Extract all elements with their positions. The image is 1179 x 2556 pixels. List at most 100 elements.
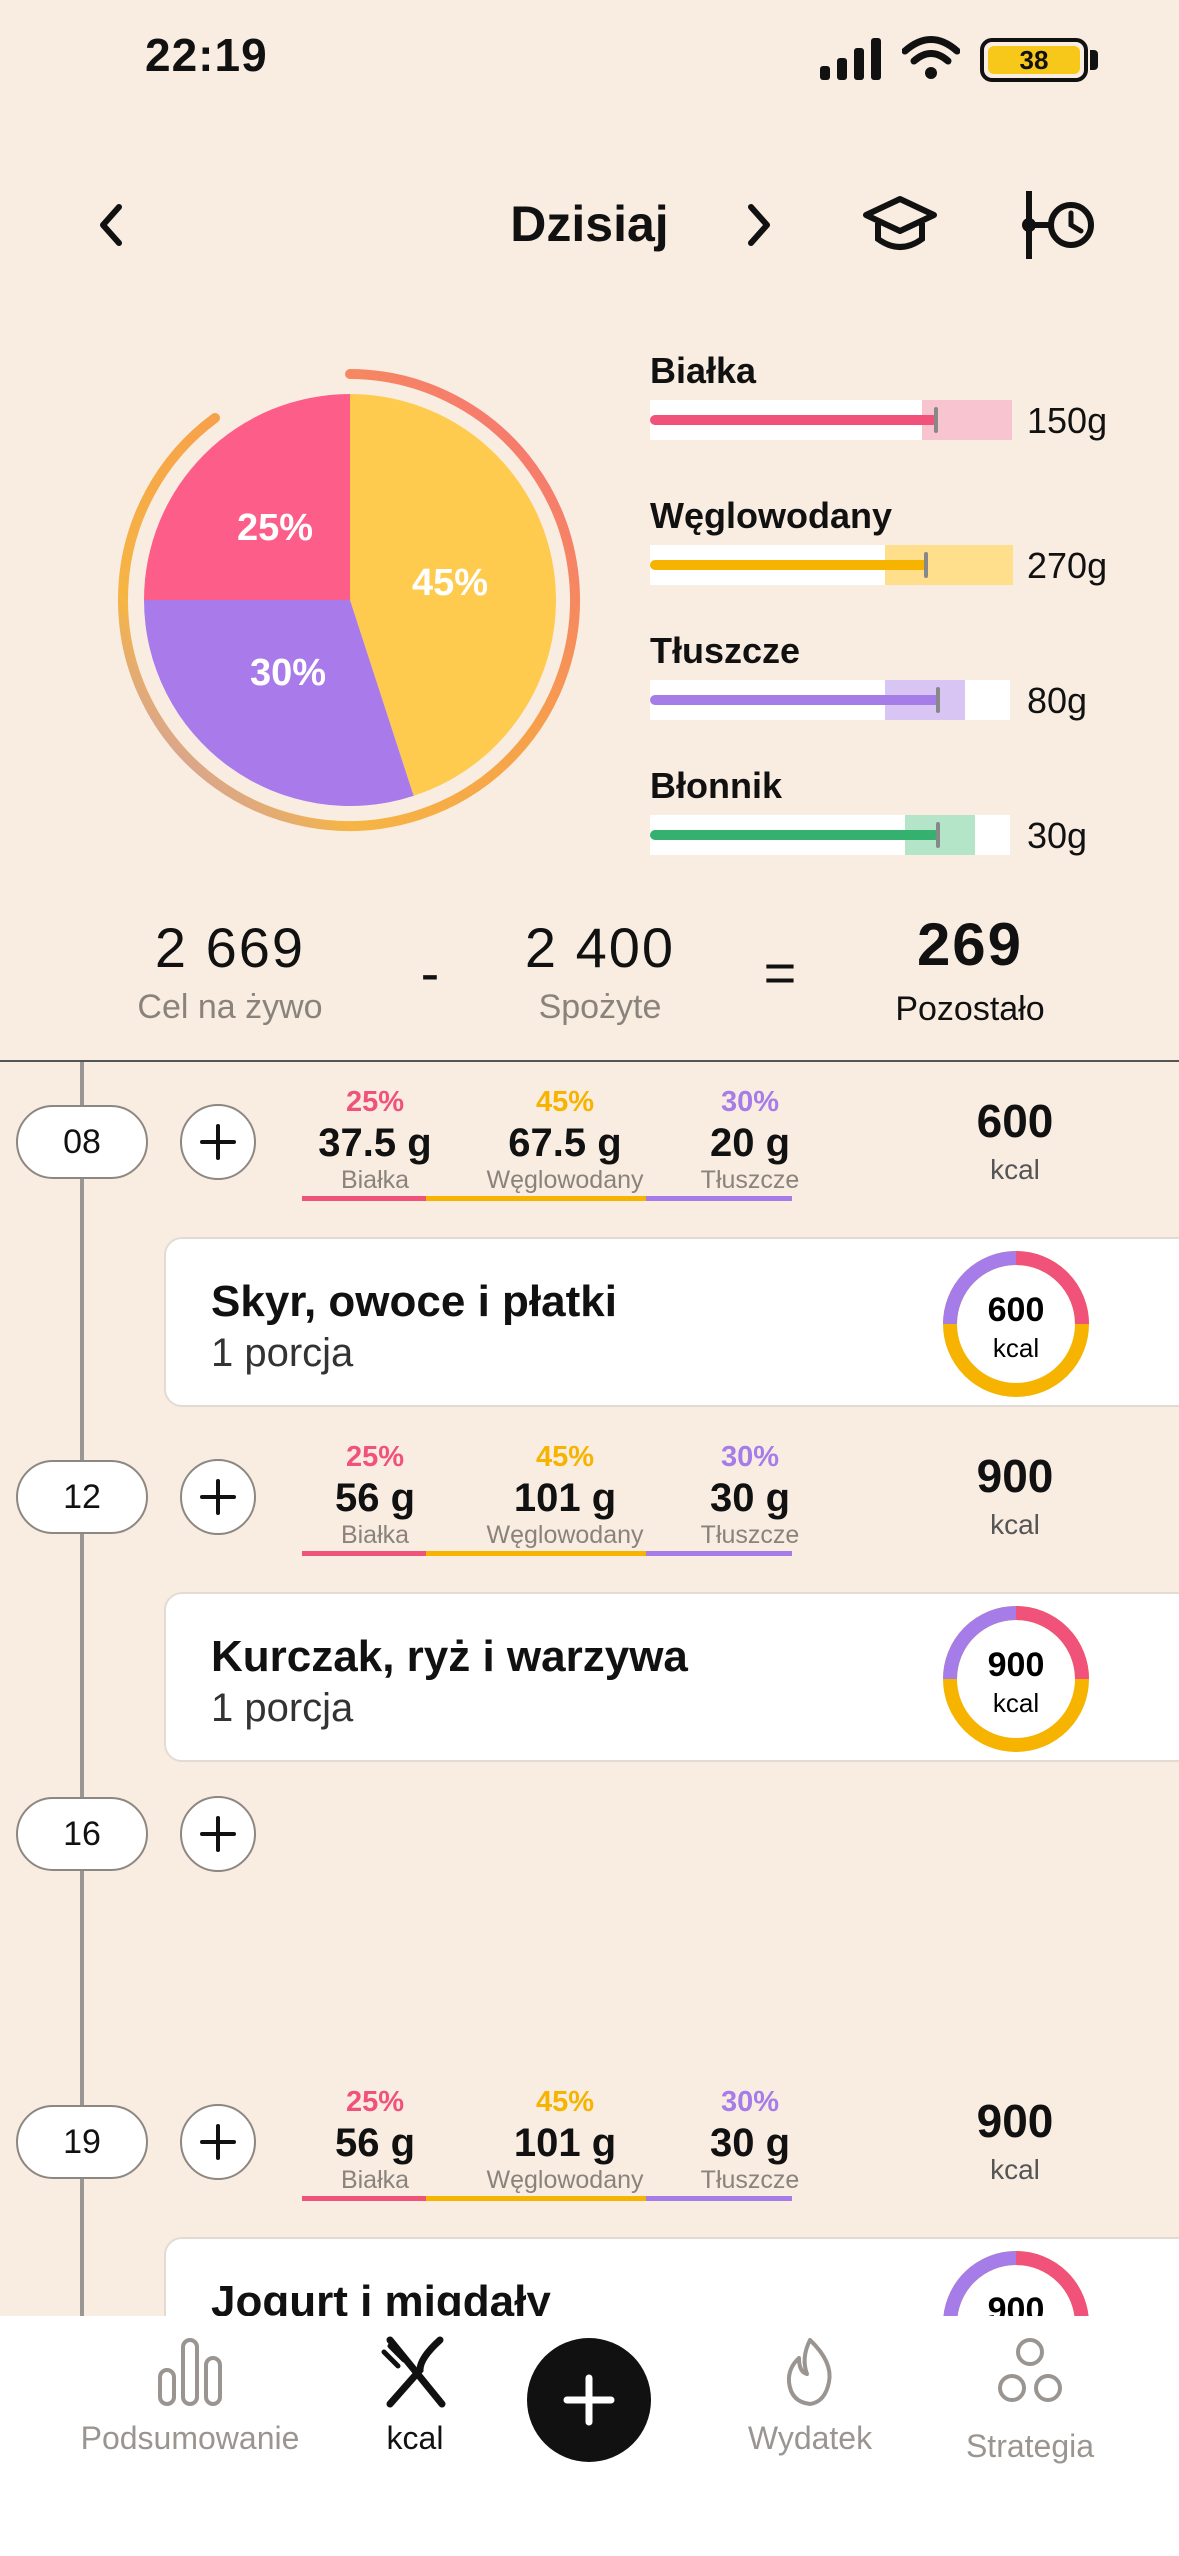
meal-protein-value: 37.5 g: [318, 1121, 432, 1165]
equals-sign: =: [763, 941, 797, 1004]
tab-wydatek[interactable]: Wydatek: [720, 2336, 900, 2476]
ring-kcal-value: 900: [988, 1646, 1045, 1684]
plus-icon: [200, 1124, 236, 1160]
signal-icon: [820, 38, 881, 80]
meal-kcal-value: 600: [976, 1095, 1054, 1147]
history-button[interactable]: [1010, 180, 1110, 270]
meal-card[interactable]: Skyr, owoce i płatki 1 porcja 600 kcal: [164, 1237, 1179, 1407]
meal-protein-value: 56 g: [334, 2121, 416, 2165]
tab-bar: Podsumowanie kcal Wydatek Strategia: [0, 2316, 1179, 2556]
meal-carbs-pct: 45%: [535, 1441, 595, 1473]
meal-kcal: 900 kcal: [910, 1449, 1120, 1541]
meal-item-title: Kurczak, ryż i warzywa: [211, 1632, 688, 1681]
wifi-icon: [902, 36, 960, 79]
macro-marker: [934, 407, 938, 433]
battery-tip: [1090, 50, 1098, 70]
status-time: 22:19: [145, 29, 268, 81]
goal-value: 2 669: [154, 916, 306, 979]
meal-carbs: 45% 101 g Węglowodany: [470, 2086, 660, 2195]
remaining-value: 269: [916, 911, 1024, 978]
macro-underline-carbs: [426, 1196, 646, 1201]
macro-underline-carbs: [426, 1551, 646, 1556]
meal-time[interactable]: 19: [16, 2105, 148, 2179]
meal-card[interactable]: Kurczak, ryż i warzywa 1 porcja 900 kcal: [164, 1592, 1179, 1762]
meal-fat-pct: 30%: [720, 1086, 780, 1118]
battery-level: 38: [988, 45, 1080, 75]
macro-underline-protein: [302, 2196, 426, 2201]
tab-label-wydatek: Wydatek: [747, 2420, 873, 2456]
circles-icon: [998, 2338, 1062, 2402]
macro-value: 80g: [1027, 680, 1088, 721]
next-day-button[interactable]: [730, 190, 790, 260]
tab-label-kcal: kcal: [386, 2420, 444, 2456]
macro-marker: [924, 552, 928, 578]
meal-fat-label: Tłuszcze: [700, 2166, 800, 2194]
section-divider: [0, 1060, 1179, 1062]
macro-underline-fat: [646, 1196, 792, 1201]
add-meal-button[interactable]: [180, 2104, 256, 2180]
meal-protein-label: Białka: [340, 2166, 410, 2194]
meal-fat: 30% 30 g Tłuszcze: [680, 2086, 820, 2195]
meal-macro-ring: 600 kcal: [943, 1251, 1089, 1397]
macro-label: Błonnik: [650, 765, 782, 806]
meal-fat-value: 30 g: [709, 2121, 791, 2165]
battery-indicator: 38: [980, 38, 1088, 82]
eaten-label: Spożyte: [538, 988, 662, 1026]
macro-progress-line: [650, 830, 940, 840]
fork-knife-icon: [381, 2336, 446, 2408]
add-meal-button[interactable]: [180, 1104, 256, 1180]
add-meal-button[interactable]: [180, 1459, 256, 1535]
macro-value: 270g: [1027, 545, 1108, 586]
meal-fat: 30% 20 g Tłuszcze: [680, 1086, 820, 1195]
macro-label: Białka: [650, 350, 757, 391]
pie-label-fat: 30%: [250, 652, 326, 694]
tab-label-podsumowanie: Podsumowanie: [80, 2420, 300, 2456]
learn-button[interactable]: [855, 180, 945, 270]
eaten-value: 2 400: [524, 916, 676, 979]
meal-carbs: 45% 101 g Węglowodany: [470, 1441, 660, 1550]
tab-podsumowanie[interactable]: Podsumowanie: [50, 2336, 330, 2476]
macro-label: Węglowodany: [650, 495, 892, 536]
meal-carbs-value: 101 g: [513, 1476, 617, 1520]
meal-carbs-label: Węglowodany: [486, 1521, 644, 1549]
meal-protein-value: 56 g: [334, 1476, 416, 1520]
pie-slice-protein: [144, 394, 350, 600]
flame-icon: [786, 2338, 832, 2406]
macro-underline-fat: [646, 2196, 792, 2201]
meal-fat: 30% 30 g Tłuszcze: [680, 1441, 820, 1550]
meal-macro-ring: 900 kcal: [943, 1606, 1089, 1752]
macro-progress-line: [650, 695, 940, 705]
meal-carbs-label: Węglowodany: [486, 1166, 644, 1194]
meal-carbs-value: 101 g: [513, 2121, 617, 2165]
meal-time[interactable]: 16: [16, 1797, 148, 1871]
meal-carbs-pct: 45%: [535, 2086, 595, 2118]
meal-fat-label: Tłuszcze: [700, 1521, 800, 1549]
tab-strategia[interactable]: Strategia: [930, 2336, 1130, 2486]
plus-icon: [200, 1816, 236, 1852]
meal-kcal-value: 900: [976, 2095, 1054, 2147]
timeline-clock-icon: [1022, 191, 1094, 259]
meal-carbs-value: 67.5 g: [508, 1121, 622, 1165]
meal-time[interactable]: 12: [16, 1460, 148, 1534]
meal-fat-pct: 30%: [720, 1441, 780, 1473]
meal-kcal: 900 kcal: [910, 2094, 1120, 2186]
meal-kcal-value: 900: [976, 1450, 1054, 1502]
meal-kcal-unit: kcal: [990, 1154, 1040, 1185]
add-meal-button[interactable]: [180, 1796, 256, 1872]
meal-fat-label: Tłuszcze: [700, 1166, 800, 1194]
tab-kcal[interactable]: kcal: [340, 2336, 490, 2476]
macro-value: 30g: [1027, 815, 1088, 856]
meal-carbs: 45% 67.5 g Węglowodany: [470, 1086, 660, 1195]
add-entry-button[interactable]: [527, 2338, 651, 2462]
pie-label-protein: 25%: [237, 507, 313, 549]
graduation-cap-icon: [863, 196, 937, 250]
tab-label-strategia: Strategia: [965, 2428, 1095, 2464]
meal-protein: 25% 56 g Białka: [300, 1441, 450, 1550]
remaining-label: Pozostało: [895, 990, 1045, 1028]
ring-kcal-value: 600: [988, 1291, 1045, 1329]
macro-pie-chart: 25% 45% 30%: [117, 369, 580, 831]
macro-underline-carbs: [426, 2196, 646, 2201]
goal-label: Cel na żywo: [137, 988, 323, 1026]
meal-time[interactable]: 08: [16, 1105, 148, 1179]
macro-value: 150g: [1027, 400, 1108, 441]
